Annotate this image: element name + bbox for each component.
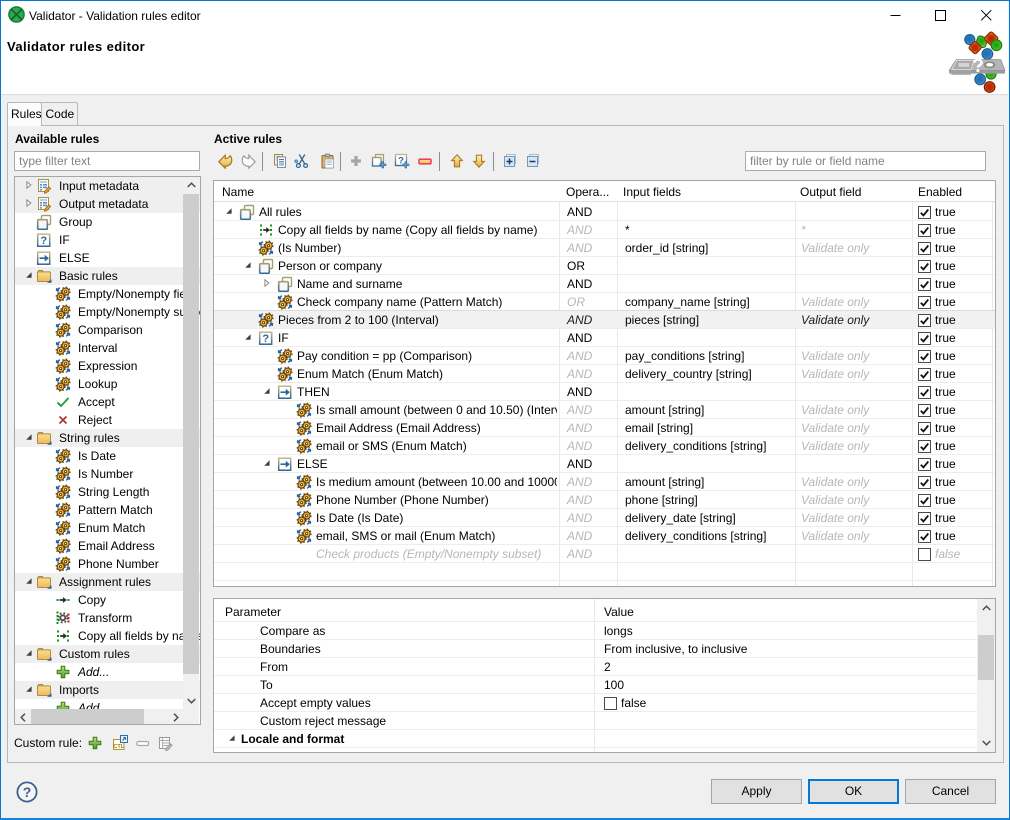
- svg-text:CTL: CTL: [113, 744, 124, 750]
- svg-text:?: ?: [23, 784, 32, 800]
- svg-text:?: ?: [262, 333, 269, 345]
- svg-text:?: ?: [40, 235, 47, 247]
